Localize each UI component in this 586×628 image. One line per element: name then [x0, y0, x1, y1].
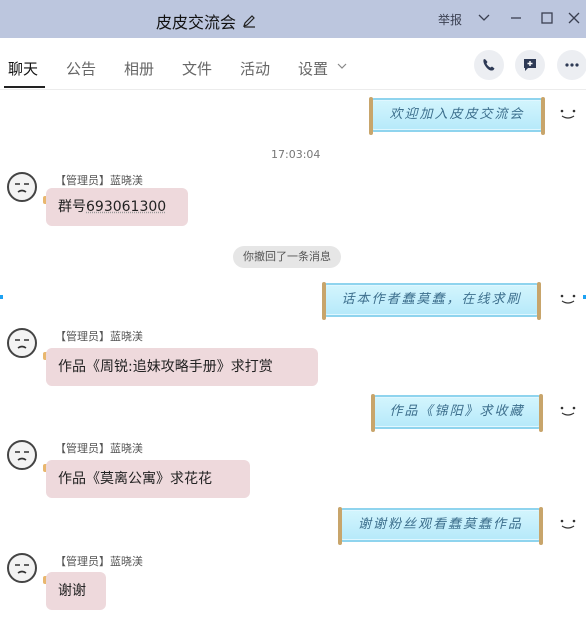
- group-number-link[interactable]: 693061300: [86, 199, 166, 215]
- scroll-rod-right: [537, 282, 541, 320]
- scroll-rod-left: [369, 97, 373, 135]
- settings-chevron-icon[interactable]: [337, 62, 347, 70]
- add-message-button[interactable]: [515, 50, 545, 80]
- moon-icon: [183, 182, 193, 194]
- avatar[interactable]: [7, 553, 37, 583]
- tab-bar: 聊天 公告 相册 文件 活动 设置: [0, 38, 586, 90]
- sender-name[interactable]: 【管理员】蓝晓渼: [55, 172, 143, 188]
- sender-name[interactable]: 【管理员】蓝晓渼: [55, 553, 143, 569]
- scroll-rod-left: [338, 507, 342, 545]
- tab-announcement[interactable]: 公告: [66, 58, 96, 79]
- more-button[interactable]: [557, 50, 586, 80]
- close-icon[interactable]: [565, 9, 583, 27]
- message-text: 谢谢粉丝观看蠢莫蠢作品: [358, 517, 523, 532]
- chat-area[interactable]: 欢迎加入皮皮交流会 17:03:04 【管理员】蓝晓渼 群号693061300 …: [0, 90, 586, 628]
- message-text: 欢迎加入皮皮交流会: [389, 107, 524, 122]
- moon-icon: [245, 454, 255, 466]
- tab-files[interactable]: 文件: [182, 58, 212, 79]
- call-button[interactable]: [474, 50, 504, 80]
- edit-icon[interactable]: [242, 14, 256, 28]
- tab-activity[interactable]: 活动: [240, 58, 270, 79]
- active-tab-indicator: [4, 86, 45, 88]
- scroll-rod-left: [371, 394, 375, 432]
- timestamp: 17:03:04: [271, 148, 320, 161]
- message-text: 作品《周锐:追妹攻略手册》求打赏: [58, 359, 273, 375]
- avatar[interactable]: [7, 172, 37, 202]
- scroll-rod-right: [539, 507, 543, 545]
- outgoing-message[interactable]: 欢迎加入皮皮交流会: [370, 98, 544, 132]
- scroll-rod-left: [322, 282, 326, 320]
- smiley-icon: [558, 293, 578, 305]
- moon-icon: [313, 342, 323, 354]
- maximize-icon[interactable]: [538, 9, 556, 27]
- message-text: 作品《莫离公寓》求花花: [58, 471, 212, 487]
- chevron-down-icon[interactable]: [475, 9, 493, 27]
- sender-name[interactable]: 【管理员】蓝晓渼: [55, 328, 143, 344]
- avatar[interactable]: [7, 328, 37, 358]
- incoming-message[interactable]: 群号693061300: [46, 188, 188, 226]
- message-text: 群号: [58, 199, 86, 215]
- moon-icon: [101, 566, 111, 578]
- tab-settings[interactable]: 设置: [298, 58, 328, 79]
- smiley-icon: [558, 108, 578, 120]
- title-bar: 皮皮交流会 举报: [0, 0, 586, 38]
- system-notice: 你撤回了一条消息: [233, 246, 341, 268]
- resize-marker: [0, 295, 3, 299]
- scroll-rod-right: [539, 394, 543, 432]
- outgoing-message[interactable]: 谢谢粉丝观看蠢莫蠢作品: [339, 508, 542, 542]
- message-text: 作品《锦阳》求收藏: [389, 404, 524, 419]
- tab-chat[interactable]: 聊天: [8, 58, 38, 79]
- smiley-icon: [558, 405, 578, 417]
- smiley-icon: [558, 518, 578, 530]
- minimize-icon[interactable]: [507, 9, 525, 27]
- message-text: 话本作者蠢莫蠢，在线求刷: [341, 292, 521, 307]
- outgoing-message[interactable]: 话本作者蠢莫蠢，在线求刷: [323, 283, 540, 317]
- window-title: 皮皮交流会: [156, 9, 236, 33]
- tab-album[interactable]: 相册: [124, 58, 154, 79]
- more-icon: [564, 57, 580, 73]
- title-group: 皮皮交流会: [156, 9, 256, 33]
- avatar[interactable]: [7, 440, 37, 470]
- incoming-message[interactable]: 谢谢: [46, 572, 106, 610]
- incoming-message[interactable]: 作品《周锐:追妹攻略手册》求打赏: [46, 348, 318, 386]
- outgoing-message[interactable]: 作品《锦阳》求收藏: [372, 395, 542, 429]
- phone-icon: [481, 57, 497, 73]
- incoming-message[interactable]: 作品《莫离公寓》求花花: [46, 460, 250, 498]
- sender-name[interactable]: 【管理员】蓝晓渼: [55, 440, 143, 456]
- add-message-icon: [522, 57, 538, 73]
- scroll-rod-right: [541, 97, 545, 135]
- report-link[interactable]: 举报: [438, 11, 462, 28]
- message-text: 谢谢: [58, 583, 86, 599]
